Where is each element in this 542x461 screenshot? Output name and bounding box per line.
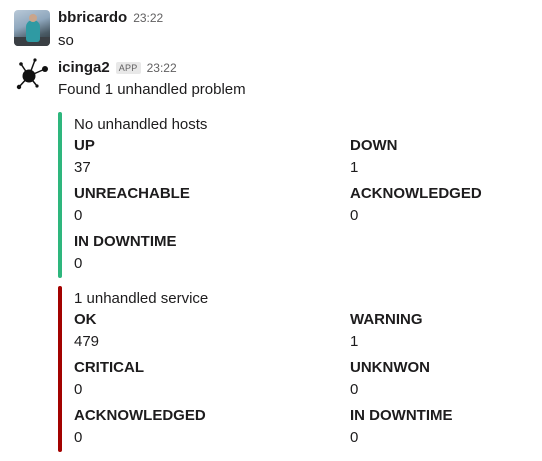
field-label-ok: OK xyxy=(74,311,97,328)
field-label-critical: CRITICAL xyxy=(74,359,144,376)
field-value-down: 1 xyxy=(350,159,359,176)
services-attachment: 1 unhandled service OK 479 WARNING 1 CRI… xyxy=(58,286,528,452)
field-value-in-downtime: 0 xyxy=(74,255,83,272)
field-label-unknown: UNKNWON xyxy=(350,359,430,376)
field-label-warning: WARNING xyxy=(350,311,423,328)
user-avatar[interactable] xyxy=(14,10,50,46)
field-value-in-downtime: 0 xyxy=(350,429,359,446)
message-header: icinga2 APP 23:22 xyxy=(58,59,177,76)
avatar-photo-head xyxy=(29,14,37,22)
timestamp[interactable]: 23:22 xyxy=(147,61,177,75)
message-header: bbricardo 23:22 xyxy=(58,9,163,26)
field-value-warning: 1 xyxy=(350,333,359,350)
field-label-unreachable: UNREACHABLE xyxy=(74,185,190,202)
message-text: so xyxy=(58,32,74,49)
field-label-in-downtime: IN DOWNTIME xyxy=(74,233,177,250)
hosts-status-bar xyxy=(58,112,62,278)
field-label-acknowledged: ACKNOWLEDGED xyxy=(74,407,206,424)
field-label-acknowledged: ACKNOWLEDGED xyxy=(350,185,482,202)
hosts-attachment: No unhandled hosts UP 37 DOWN 1 UNREACHA… xyxy=(58,112,528,278)
services-title: 1 unhandled service xyxy=(74,290,209,307)
bot-avatar[interactable] xyxy=(14,56,50,92)
field-value-ok: 479 xyxy=(74,333,100,350)
field-value-unknown: 0 xyxy=(350,381,359,398)
timestamp[interactable]: 23:22 xyxy=(133,11,163,25)
hosts-title: No unhandled hosts xyxy=(74,116,208,133)
field-value-acknowledged: 0 xyxy=(74,429,83,446)
avatar-photo-person xyxy=(26,20,40,42)
field-label-in-downtime: IN DOWNTIME xyxy=(350,407,453,424)
field-value-critical: 0 xyxy=(74,381,83,398)
field-value-unreachable: 0 xyxy=(74,207,83,224)
field-label-up: UP xyxy=(74,137,95,154)
sender-name[interactable]: bbricardo xyxy=(58,9,127,26)
services-status-bar xyxy=(58,286,62,452)
field-label-down: DOWN xyxy=(350,137,398,154)
icinga-logo-icon xyxy=(16,58,48,90)
app-badge: APP xyxy=(115,62,141,74)
field-value-up: 37 xyxy=(74,159,91,176)
message-text: Found 1 unhandled problem xyxy=(58,81,246,98)
sender-name[interactable]: icinga2 xyxy=(58,59,110,76)
field-value-acknowledged: 0 xyxy=(350,207,359,224)
